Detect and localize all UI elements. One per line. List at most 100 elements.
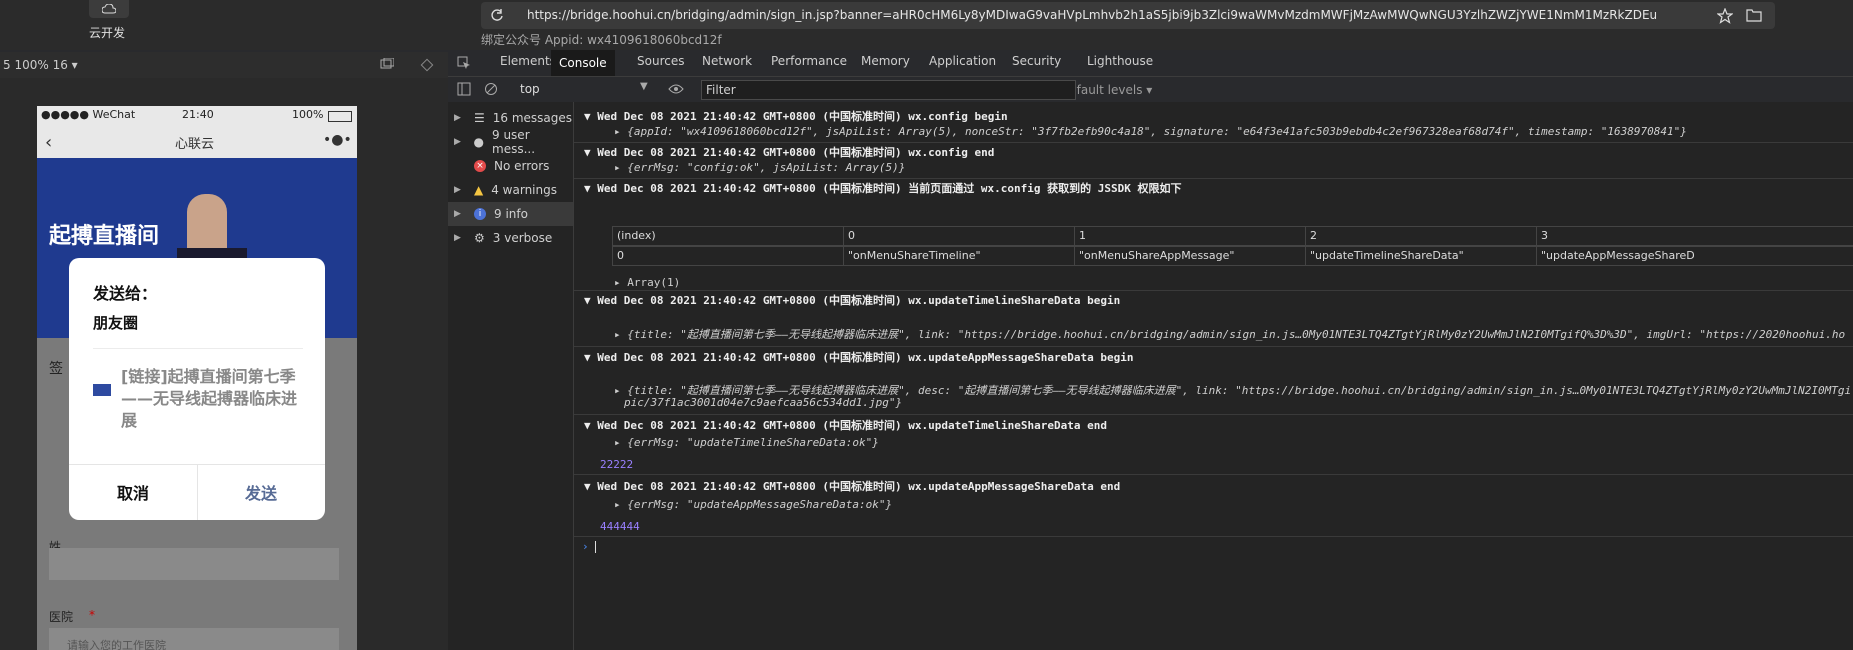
log-object-text: {appId: "wx4109618060bcd12f", jsApiList:… xyxy=(627,125,1687,138)
log-divider xyxy=(574,346,1853,347)
hospital-placeholder: 请输入您的工作医院 xyxy=(67,639,166,650)
log-object[interactable]: ▸ {appId: "wx4109618060bcd12f", jsApiLis… xyxy=(614,125,1853,138)
chevron-down-icon[interactable]: ▼ xyxy=(640,81,648,92)
tab-security[interactable]: Security xyxy=(1012,54,1061,68)
eye-icon[interactable] xyxy=(668,83,684,98)
cloud-dev-label: 云开发 xyxy=(89,26,126,40)
table-header[interactable]: 3 xyxy=(1536,226,1853,246)
tab-network[interactable]: Network xyxy=(702,54,752,68)
window-icon[interactable] xyxy=(380,57,395,73)
carrier: ●●●●● WeChat xyxy=(41,108,136,121)
context-selector[interactable]: top xyxy=(520,82,540,96)
folder-icon[interactable] xyxy=(1746,8,1762,25)
zoom-selector[interactable]: 5 100% 16 ▾ xyxy=(3,58,78,72)
nav-bar: ‹ 心联云 •●• xyxy=(37,124,357,158)
sidebar-toggle-icon[interactable] xyxy=(457,82,471,99)
log-divider xyxy=(574,474,1853,475)
array-label[interactable]: ▸ Array(1) xyxy=(614,276,1853,289)
log-object[interactable]: ▸ {title: "起搏直播间第七季——无导线起搏器临床进展", link: … xyxy=(614,326,1853,342)
sidebar-item-info[interactable]: ▶ i 9 info xyxy=(448,202,573,226)
table-header[interactable]: 2 xyxy=(1305,226,1537,246)
sidebar-item-label: 16 messages xyxy=(492,111,573,125)
log-object-text: {errMsg: "updateTimelineShareData:ok"} xyxy=(627,436,879,449)
tab-lighthouse[interactable]: Lighthouse xyxy=(1087,54,1153,68)
sidebar-item-label: 4 warnings xyxy=(491,183,557,197)
url-text[interactable]: https://bridge.hoohui.cn/bridging/admin/… xyxy=(527,8,1657,22)
table-cell: "updateAppMessageShareD xyxy=(1536,246,1853,266)
cloud-icon xyxy=(102,4,116,14)
send-button[interactable]: 发送 xyxy=(197,464,325,520)
required-mark: * xyxy=(89,608,95,622)
log-header-text: Wed Dec 08 2021 21:40:42 GMT+0800 (中国标准时… xyxy=(597,110,1008,123)
console-toolbar: top ▼ Default levels ▾ xyxy=(448,77,1853,103)
console-sidebar: ▶ ☰ 16 messages ▶ ● 9 user mess... × No … xyxy=(448,102,574,650)
error-icon: × xyxy=(474,160,486,172)
console-prompt[interactable]: › xyxy=(582,540,1853,553)
log-group-header[interactable]: ▼ Wed Dec 08 2021 21:40:42 GMT+0800 (中国标… xyxy=(584,292,1853,308)
article-title: [链接]起搏直播间第七季——无导线起搏器临床进展 xyxy=(121,367,298,430)
name-input[interactable] xyxy=(49,548,339,580)
chevron-right-icon: ▶ xyxy=(454,209,461,219)
table-header[interactable]: 1 xyxy=(1074,226,1306,246)
inspect-icon[interactable] xyxy=(457,56,471,73)
hospital-label: 医院 xyxy=(49,610,74,624)
log-header-text: Wed Dec 08 2021 21:40:42 GMT+0800 (中国标准时… xyxy=(597,480,1121,493)
nav-title: 心联云 xyxy=(175,137,215,152)
console-log: ▼ Wed Dec 08 2021 21:40:42 GMT+0800 (中国标… xyxy=(574,102,1853,650)
log-group-header[interactable]: ▼ Wed Dec 08 2021 21:40:42 GMT+0800 (中国标… xyxy=(584,349,1853,365)
tab-elements[interactable]: Elements xyxy=(500,54,556,68)
back-icon[interactable]: ‹ xyxy=(45,132,52,153)
log-object[interactable]: ▸ {errMsg: "updateAppMessageShareData:ok… xyxy=(614,498,1853,511)
log-group-header[interactable]: ▼ Wed Dec 08 2021 21:40:42 GMT+0800 (中国标… xyxy=(584,180,1853,196)
sidebar-item-messages[interactable]: ▶ ☰ 16 messages xyxy=(448,106,573,130)
user-icon: ● xyxy=(473,135,484,149)
log-object[interactable]: ▸ {errMsg: "config:ok", jsApiList: Array… xyxy=(614,161,1853,174)
chevron-right-icon: ▶ xyxy=(454,233,461,243)
reload-icon[interactable] xyxy=(490,8,504,25)
rotate-icon[interactable] xyxy=(420,58,434,75)
hospital-input[interactable]: 请输入您的工作医院 xyxy=(49,628,339,650)
sidebar-item-warnings[interactable]: ▶ ▲ 4 warnings xyxy=(448,178,573,202)
log-object-continued: pic/37f1ac3001d04e7c9aefcaa56c534dd1.jpg… xyxy=(624,396,903,409)
tab-memory[interactable]: Memory xyxy=(861,54,910,68)
tab-performance[interactable]: Performance xyxy=(771,54,847,68)
tab-application[interactable]: Application xyxy=(929,54,996,68)
log-group-header[interactable]: ▼ Wed Dec 08 2021 21:40:42 GMT+0800 (中国标… xyxy=(584,108,1853,124)
dialog-target: 朋友圈 xyxy=(93,314,139,332)
table-cell: "updateTimelineShareData" xyxy=(1305,246,1537,266)
cloud-dev-button[interactable] xyxy=(89,0,129,18)
table-cell: 0 xyxy=(612,246,844,266)
more-icon[interactable]: •●• xyxy=(323,132,352,148)
battery-text: 100% xyxy=(292,108,324,121)
table-header[interactable]: 0 xyxy=(843,226,1075,246)
status-bar: ●●●●● WeChat 21:40 100% xyxy=(37,106,357,124)
log-group-header[interactable]: ▼ Wed Dec 08 2021 21:40:42 GMT+0800 (中国标… xyxy=(584,417,1853,433)
sidebar-item-user-messages[interactable]: ▶ ● 9 user mess... xyxy=(448,128,573,156)
dialog-title: 发送给： xyxy=(93,284,158,303)
clear-console-icon[interactable] xyxy=(484,82,498,99)
filter-input[interactable]: Filter xyxy=(701,80,1076,100)
log-group-header[interactable]: ▼ Wed Dec 08 2021 21:40:42 GMT+0800 (中国标… xyxy=(584,144,1853,160)
sidebar-item-verbose[interactable]: ▶ ⚙ 3 verbose xyxy=(448,226,573,250)
sidebar-item-label: No errors xyxy=(494,159,550,173)
log-divider xyxy=(574,178,1853,179)
log-object-text: {errMsg: "config:ok", jsApiList: Array(5… xyxy=(627,161,906,174)
tab-sources[interactable]: Sources xyxy=(637,54,684,68)
verbose-icon: ⚙ xyxy=(474,231,485,245)
log-header-text: Wed Dec 08 2021 21:40:42 GMT+0800 (中国标准时… xyxy=(597,419,1107,432)
sidebar-item-errors[interactable]: × No errors xyxy=(448,154,573,178)
cancel-button[interactable]: 取消 xyxy=(69,464,197,520)
info-icon: i xyxy=(474,208,486,220)
appid-label: 绑定公众号 Appid: wx4109618060bcd12f xyxy=(481,33,722,47)
table-header[interactable]: (index) xyxy=(612,226,844,246)
tab-console[interactable]: Console xyxy=(551,50,615,76)
star-icon[interactable] xyxy=(1716,7,1734,27)
simulator-toolbar: 5 100% 16 ▾ xyxy=(0,52,448,78)
log-value: 444444 xyxy=(600,520,640,533)
table-header-row: (index) 0 1 2 3 xyxy=(612,226,1853,246)
article-thumbnail xyxy=(93,384,111,396)
log-group-header[interactable]: ▼ Wed Dec 08 2021 21:40:42 GMT+0800 (中国标… xyxy=(584,478,1853,494)
list-icon: ☰ xyxy=(474,111,485,125)
log-object-text: {errMsg: "updateAppMessageShareData:ok"} xyxy=(627,498,893,511)
log-object[interactable]: ▸ {errMsg: "updateTimelineShareData:ok"} xyxy=(614,436,1853,449)
